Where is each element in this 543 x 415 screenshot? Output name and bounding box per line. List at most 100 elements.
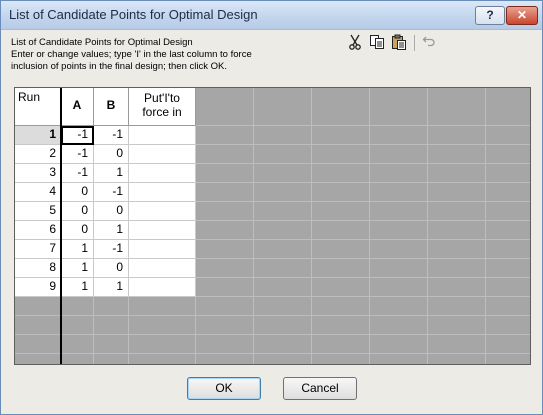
row-header[interactable]: 8 <box>15 259 61 278</box>
column-header-force-in[interactable]: Put'I'to force in <box>129 88 196 126</box>
value-cell-b[interactable]: 0 <box>94 259 129 278</box>
scissors-icon[interactable] <box>346 34 364 52</box>
empty-cell <box>15 335 61 354</box>
paste-icon[interactable] <box>390 34 408 52</box>
value-cell-a[interactable]: -1 <box>61 126 94 145</box>
empty-cell <box>486 126 530 145</box>
value-cell-a[interactable]: -1 <box>61 164 94 183</box>
empty-header-cell <box>428 88 486 126</box>
empty-cell <box>428 126 486 145</box>
undo-icon[interactable] <box>420 34 438 52</box>
empty-cell <box>370 202 428 221</box>
instructions-line-1: List of Candidate Points for Optimal Des… <box>11 37 193 48</box>
row-header[interactable]: 9 <box>15 278 61 297</box>
value-cell-a[interactable]: 1 <box>61 278 94 297</box>
empty-cell <box>196 278 254 297</box>
value-cell-b[interactable]: 1 <box>94 221 129 240</box>
column-header-b[interactable]: B <box>94 88 129 126</box>
close-button[interactable]: ✕ <box>506 6 538 25</box>
copy-icon[interactable] <box>368 34 386 52</box>
value-cell-b[interactable]: -1 <box>94 183 129 202</box>
value-cell-b[interactable]: 0 <box>94 145 129 164</box>
candidate-points-grid[interactable]: Run A B Put'I'to force in 1 -1 -1 2 -1 0 3 -1 1 4… <box>14 87 531 365</box>
empty-cell <box>486 221 530 240</box>
empty-cell <box>370 183 428 202</box>
empty-cell <box>486 278 530 297</box>
empty-cell <box>15 297 61 316</box>
empty-cell <box>312 221 370 240</box>
empty-cell <box>486 259 530 278</box>
ok-button[interactable]: OK <box>187 377 261 400</box>
column-header-a[interactable]: A <box>61 88 94 126</box>
row-header[interactable]: 6 <box>15 221 61 240</box>
edit-toolbar <box>346 32 435 54</box>
empty-cell <box>94 297 129 316</box>
value-cell-b[interactable]: 1 <box>94 278 129 297</box>
value-cell-b[interactable]: -1 <box>94 240 129 259</box>
value-cell-a[interactable]: 1 <box>61 240 94 259</box>
empty-cell <box>61 335 94 354</box>
empty-cell <box>196 126 254 145</box>
empty-cell <box>61 316 94 335</box>
empty-cell <box>94 354 129 364</box>
empty-cell <box>312 183 370 202</box>
force-in-cell[interactable] <box>129 183 196 202</box>
value-cell-b[interactable]: 1 <box>94 164 129 183</box>
cancel-button[interactable]: Cancel <box>283 377 357 400</box>
value-cell-a[interactable]: 1 <box>61 259 94 278</box>
empty-cell <box>312 354 370 364</box>
empty-cell <box>428 335 486 354</box>
empty-cell <box>312 164 370 183</box>
value-cell-b[interactable]: -1 <box>94 126 129 145</box>
empty-cell <box>129 316 196 335</box>
value-cell-a[interactable]: 0 <box>61 221 94 240</box>
force-in-cell[interactable] <box>129 126 196 145</box>
row-header[interactable]: 2 <box>15 145 61 164</box>
empty-cell <box>196 316 254 335</box>
empty-cell <box>428 259 486 278</box>
empty-cell <box>254 354 312 364</box>
empty-cell <box>196 164 254 183</box>
row-header[interactable]: 7 <box>15 240 61 259</box>
empty-cell <box>486 145 530 164</box>
row-header[interactable]: 5 <box>15 202 61 221</box>
row-header[interactable]: 3 <box>15 164 61 183</box>
value-cell-a[interactable]: 0 <box>61 202 94 221</box>
empty-cell <box>486 335 530 354</box>
force-in-cell[interactable] <box>129 145 196 164</box>
row-header[interactable]: 4 <box>15 183 61 202</box>
empty-header-cell <box>312 88 370 126</box>
value-cell-b[interactable]: 0 <box>94 202 129 221</box>
empty-cell <box>370 278 428 297</box>
help-button[interactable]: ? <box>475 6 505 25</box>
force-in-cell[interactable] <box>129 278 196 297</box>
candidate-points-dialog: List of Candidate Points for Optimal Des… <box>0 0 543 415</box>
empty-cell <box>428 240 486 259</box>
force-in-header-line-1: Put'I'to <box>144 91 180 105</box>
empty-cell <box>61 354 94 364</box>
instructions: List of Candidate Points for Optimal Des… <box>11 37 252 73</box>
value-cell-a[interactable]: 0 <box>61 183 94 202</box>
empty-cell <box>196 354 254 364</box>
empty-cell <box>312 240 370 259</box>
force-in-cell[interactable] <box>129 164 196 183</box>
force-in-cell[interactable] <box>129 259 196 278</box>
empty-cell <box>196 240 254 259</box>
empty-cell <box>94 316 129 335</box>
empty-cell <box>428 297 486 316</box>
empty-cell <box>428 354 486 364</box>
empty-cell <box>129 354 196 364</box>
empty-header-cell <box>254 88 312 126</box>
empty-cell <box>254 202 312 221</box>
empty-cell <box>254 259 312 278</box>
row-header[interactable]: 1 <box>15 126 61 145</box>
empty-cell <box>196 183 254 202</box>
empty-cell <box>486 297 530 316</box>
empty-cell <box>254 164 312 183</box>
force-in-cell[interactable] <box>129 221 196 240</box>
force-in-cell[interactable] <box>129 240 196 259</box>
empty-cell <box>196 259 254 278</box>
force-in-cell[interactable] <box>129 202 196 221</box>
empty-cell <box>312 259 370 278</box>
value-cell-a[interactable]: -1 <box>61 145 94 164</box>
